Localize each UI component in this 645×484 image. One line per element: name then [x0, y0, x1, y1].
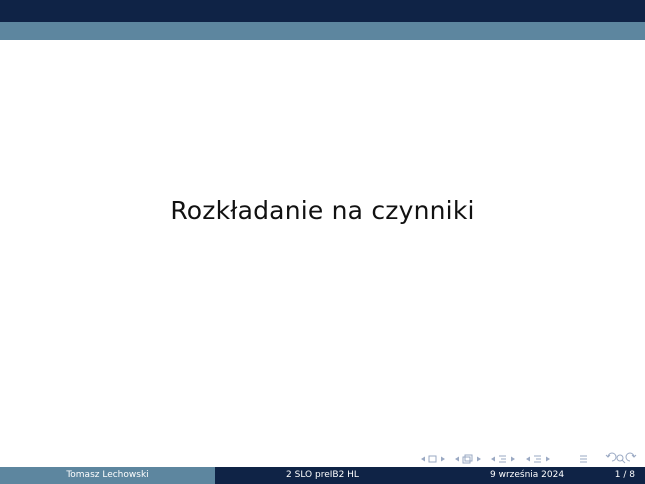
slide-icon[interactable] [428, 455, 437, 463]
footer: Tomasz Lechowski 2 SLO preIB2 HL 9 wrześ… [0, 467, 645, 484]
page-number: 1 / 8 [614, 470, 635, 480]
forward-icon[interactable] [625, 452, 637, 462]
subsection-icon[interactable] [499, 455, 506, 463]
next-section-icon[interactable] [546, 456, 550, 462]
header-top-bar [0, 0, 645, 22]
frame-icon[interactable] [462, 454, 473, 464]
prev-frame-icon[interactable] [455, 456, 459, 462]
footer-title: 2 SLO preIB2 HL [215, 467, 430, 484]
footer-author: Tomasz Lechowski [0, 467, 215, 484]
footer-date: 9 września 2024 [490, 470, 565, 480]
prev-subsection-icon[interactable] [491, 456, 495, 462]
next-slide-icon[interactable] [441, 456, 445, 462]
next-frame-icon[interactable] [477, 456, 481, 462]
header-band [0, 22, 645, 40]
prev-section-icon[interactable] [526, 456, 530, 462]
search-icon[interactable] [616, 454, 626, 464]
next-subsection-icon[interactable] [511, 456, 515, 462]
footer-right: 9 września 2024 1 / 8 [430, 467, 645, 484]
section-icon[interactable] [534, 455, 541, 463]
back-icon[interactable] [605, 452, 617, 462]
slide-title: Rozkładanie na czynniki [170, 196, 475, 225]
toc-icon[interactable] [580, 455, 587, 463]
prev-slide-icon[interactable] [421, 456, 425, 462]
beamer-navigation-bar [0, 452, 645, 466]
